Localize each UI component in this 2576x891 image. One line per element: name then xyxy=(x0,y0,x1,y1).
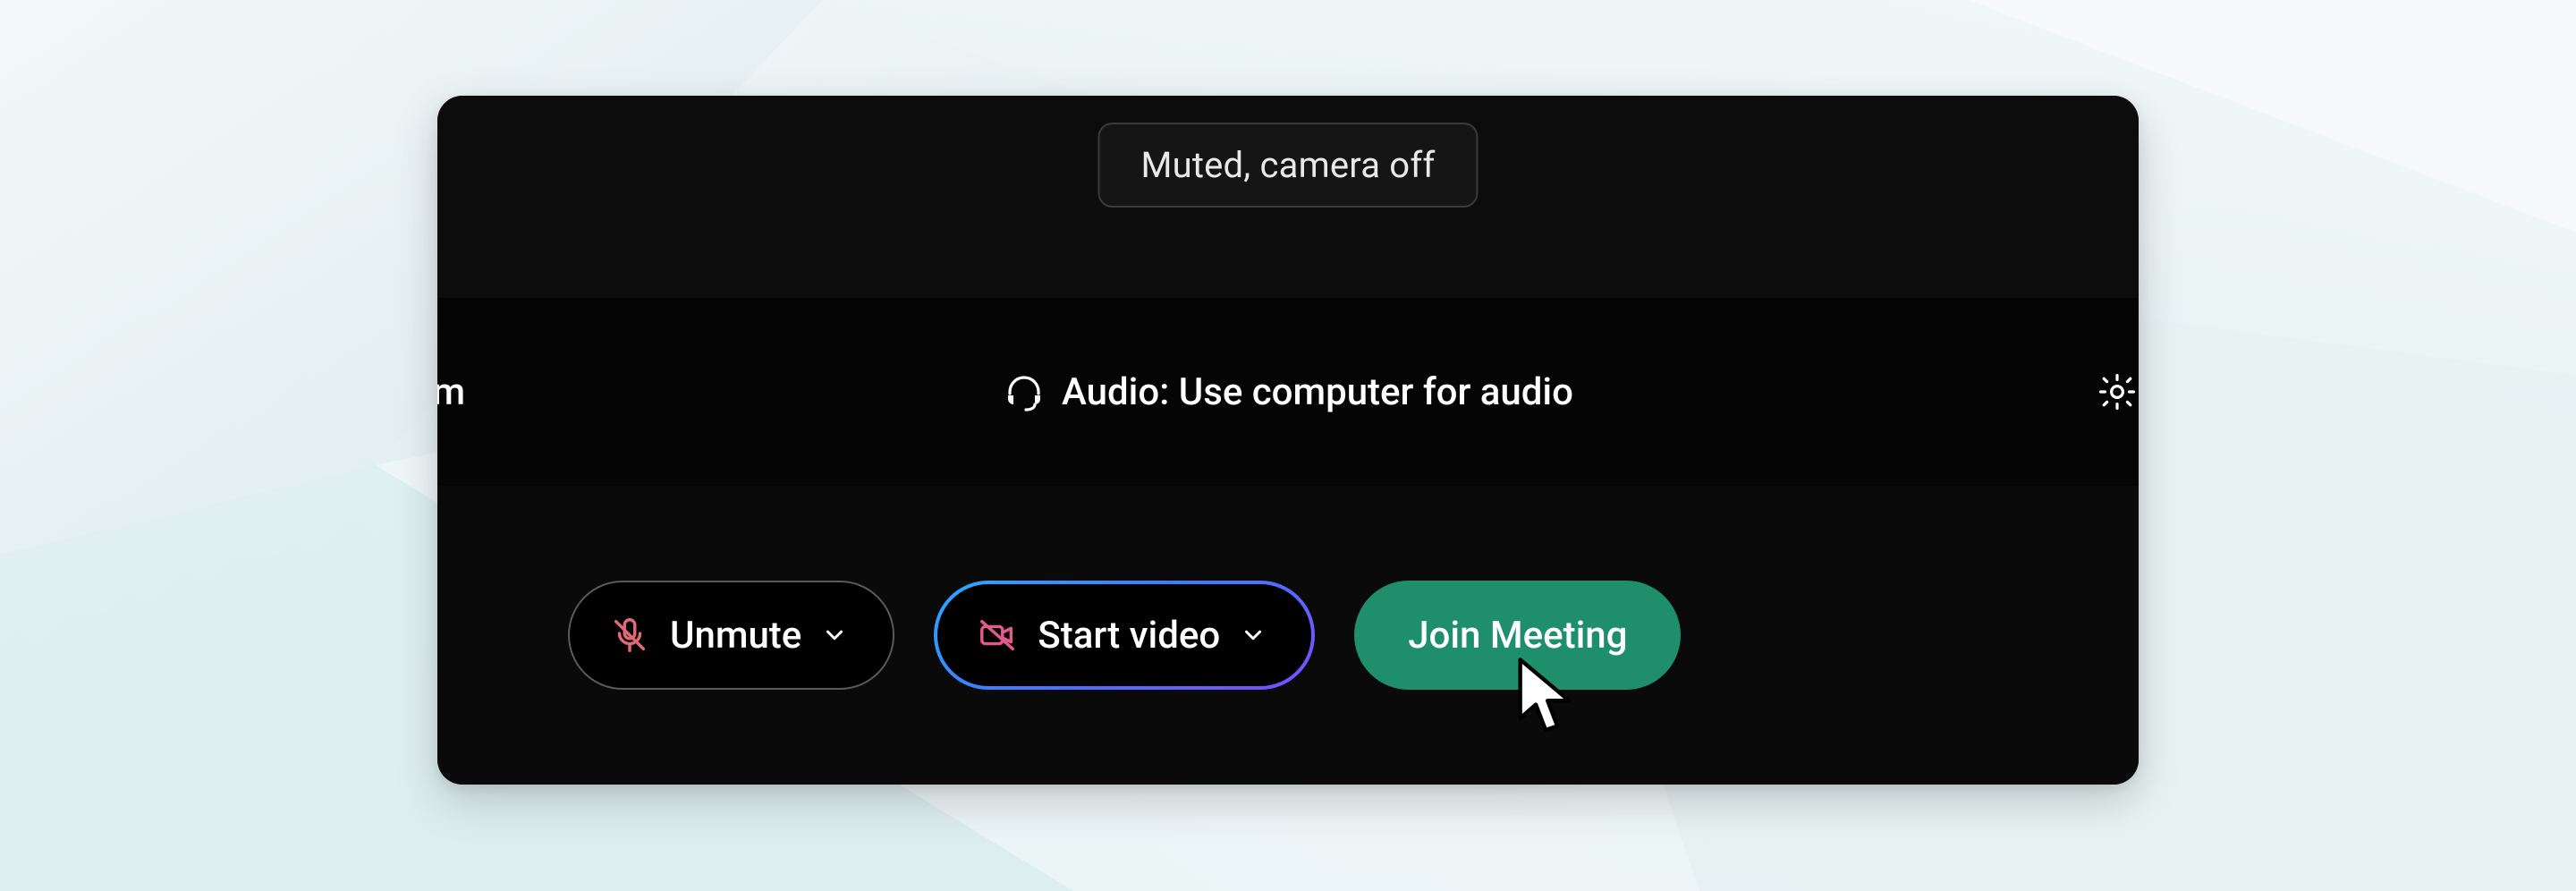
unmute-label: Unmute xyxy=(670,614,801,658)
join-meeting-button[interactable]: Join Meeting xyxy=(1354,581,1681,690)
chevron-down-icon[interactable] xyxy=(1240,622,1267,649)
start-video-button[interactable]: Start video xyxy=(934,581,1315,690)
join-meeting-label: Join Meeting xyxy=(1408,614,1627,658)
left-option-fragment[interactable]: em xyxy=(437,370,465,414)
headset-icon xyxy=(1003,370,1046,413)
audio-option-label: Audio: Use computer for audio xyxy=(1062,370,1573,414)
start-video-label: Start video xyxy=(1038,614,1220,658)
chevron-down-icon[interactable] xyxy=(821,622,848,649)
right-option-fragment[interactable]: Te xyxy=(2096,370,2139,414)
gear-icon xyxy=(2096,370,2139,413)
meeting-controls-row: Unmute Start video xyxy=(437,486,2139,785)
av-status-text: Muted, camera off xyxy=(1140,144,1435,186)
join-meeting-panel: Muted, camera off em Audio: Use computer… xyxy=(437,96,2139,785)
audio-option[interactable]: Audio: Use computer for audio xyxy=(1003,370,1573,414)
audio-options-row: em Audio: Use computer for audio Te xyxy=(437,298,2139,486)
camera-off-icon xyxy=(977,615,1018,656)
video-preview-area: Muted, camera off xyxy=(437,96,2139,298)
unmute-button[interactable]: Unmute xyxy=(568,581,894,690)
left-option-label: em xyxy=(437,370,465,414)
av-status-pill: Muted, camera off xyxy=(1097,123,1478,208)
microphone-off-icon xyxy=(609,615,650,656)
